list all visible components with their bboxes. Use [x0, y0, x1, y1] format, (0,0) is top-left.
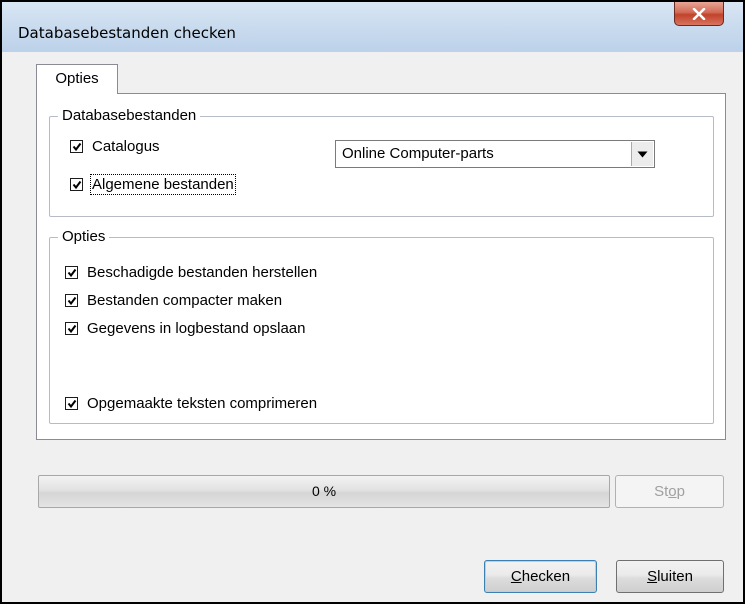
databasebestanden-legend: Databasebestanden	[58, 107, 201, 124]
catalog-select-dropdown-button[interactable]	[631, 142, 653, 166]
progress-bar: 0 %	[38, 475, 610, 508]
check-icon	[67, 324, 77, 334]
sluiten-button[interactable]: Sluiten	[616, 560, 724, 593]
herstellen-checkbox-row[interactable]: Beschadigde bestanden herstellen	[65, 264, 317, 281]
compacter-checkbox[interactable]	[65, 294, 78, 307]
logbestand-checkbox[interactable]	[65, 322, 78, 335]
stop-button[interactable]: Stop	[615, 475, 724, 508]
tab-panel-opties: Databasebestanden Catalogus Online Compu…	[36, 93, 726, 440]
title-bar[interactable]: Databasebestanden checken	[2, 2, 743, 52]
compacter-label: Bestanden compacter maken	[87, 292, 283, 309]
opties-legend: Opties	[58, 228, 110, 245]
stop-button-label: Stop	[654, 483, 685, 500]
tab-opties[interactable]: Opties	[36, 64, 118, 94]
window-title: Databasebestanden checken	[18, 24, 236, 42]
algemene-bestanden-label: Algemene bestanden	[90, 174, 236, 195]
compacter-checkbox-row[interactable]: Bestanden compacter maken	[65, 292, 282, 309]
catalogus-label: Catalogus	[92, 138, 160, 155]
close-icon	[692, 7, 706, 20]
opties-group: Opties Beschadigde bestanden herstellen …	[49, 228, 714, 424]
check-icon	[67, 399, 77, 409]
herstellen-checkbox[interactable]	[65, 266, 78, 279]
logbestand-label: Gegevens in logbestand opslaan	[87, 320, 306, 337]
logbestand-checkbox-row[interactable]: Gegevens in logbestand opslaan	[65, 320, 306, 337]
catalogus-checkbox[interactable]	[70, 140, 83, 153]
checken-button-label: Checken	[510, 568, 571, 585]
catalog-select-value: Online Computer-parts	[342, 145, 494, 162]
dialog-client-area: Opties Databasebestanden Catalogus Onlin…	[18, 52, 727, 593]
check-icon	[67, 296, 77, 306]
comprimeren-label: Opgemaakte teksten comprimeren	[87, 395, 318, 412]
comprimeren-checkbox[interactable]	[65, 397, 78, 410]
chevron-down-icon	[637, 151, 648, 157]
dialog-window: Databasebestanden checken Opties Databas…	[0, 0, 745, 604]
check-icon	[72, 180, 82, 190]
comprimeren-checkbox-row[interactable]: Opgemaakte teksten comprimeren	[65, 395, 317, 412]
algemene-bestanden-checkbox[interactable]	[70, 178, 83, 191]
close-window-button[interactable]	[674, 2, 724, 26]
catalogus-checkbox-row[interactable]: Catalogus	[70, 138, 160, 155]
check-icon	[72, 142, 82, 152]
sluiten-button-label: Sluiten	[647, 568, 693, 585]
progress-text: 0 %	[311, 483, 337, 499]
catalog-select[interactable]: Online Computer-parts	[335, 140, 655, 168]
databasebestanden-group: Databasebestanden Catalogus Online Compu…	[49, 107, 714, 217]
herstellen-label: Beschadigde bestanden herstellen	[87, 264, 318, 281]
algemene-bestanden-checkbox-row[interactable]: Algemene bestanden	[70, 174, 236, 195]
checken-button[interactable]: Checken	[484, 560, 597, 593]
check-icon	[67, 268, 77, 278]
